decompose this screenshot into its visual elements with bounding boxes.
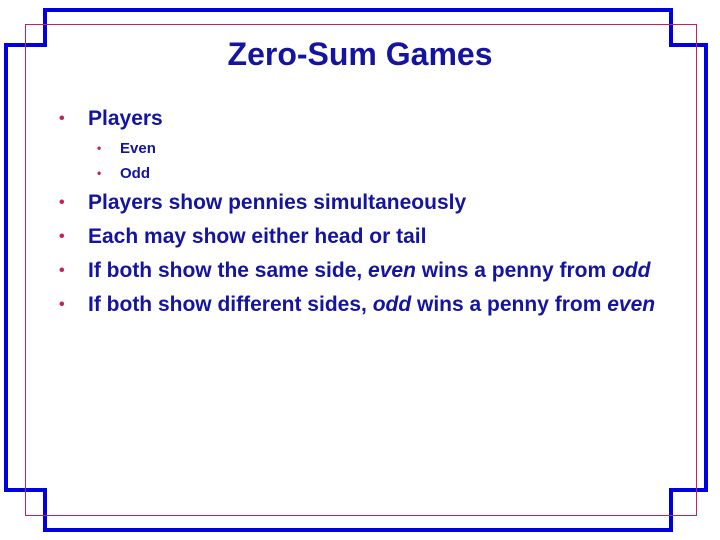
text-segment: If both show the same side, [88, 259, 369, 282]
italic-term: odd [611, 259, 651, 282]
bullet-list: • Players • Even • Odd • Players show pe… [57, 105, 657, 325]
sub-bullet-text: Even [120, 140, 156, 157]
bullet-same-side: • If both show the same side, even wins … [57, 257, 657, 285]
bullet-text: Players show pennies simultaneously [88, 191, 467, 214]
bullet-text: If both show the same side, even wins a … [88, 259, 650, 282]
sub-bullet-glyph: • [97, 166, 102, 180]
bullet-head-or-tail: • Each may show either head or tail [57, 223, 657, 251]
sub-bullet-text: Odd [120, 165, 150, 182]
bullet-players: • Players [57, 105, 657, 133]
text-segment: wins a penny from [415, 259, 612, 282]
bullet-text: If both show different sides, odd wins a… [88, 293, 655, 316]
italic-term: odd [372, 293, 412, 316]
text-segment: If both show different sides, [88, 293, 373, 316]
bullet-glyph: • [59, 296, 65, 313]
sub-bullet-odd: • Odd [57, 164, 657, 183]
bullet-glyph: • [59, 228, 65, 245]
bullet-glyph: • [59, 262, 65, 279]
bullet-text: Each may show either head or tail [88, 225, 427, 248]
bullet-show-pennies: • Players show pennies simultaneously [57, 189, 657, 217]
bullet-glyph: • [59, 194, 65, 211]
italic-term: even [368, 259, 416, 282]
sub-bullet-glyph: • [97, 141, 102, 155]
text-segment: wins a penny from [411, 293, 608, 316]
sub-bullet-even: • Even [57, 139, 657, 158]
slide-title: Zero-Sum Games [227, 36, 493, 72]
bullet-different-sides: • If both show different sides, odd wins… [57, 291, 657, 319]
bullet-glyph: • [59, 110, 65, 127]
italic-term: even [607, 293, 656, 316]
bullet-text: Players [88, 107, 163, 130]
